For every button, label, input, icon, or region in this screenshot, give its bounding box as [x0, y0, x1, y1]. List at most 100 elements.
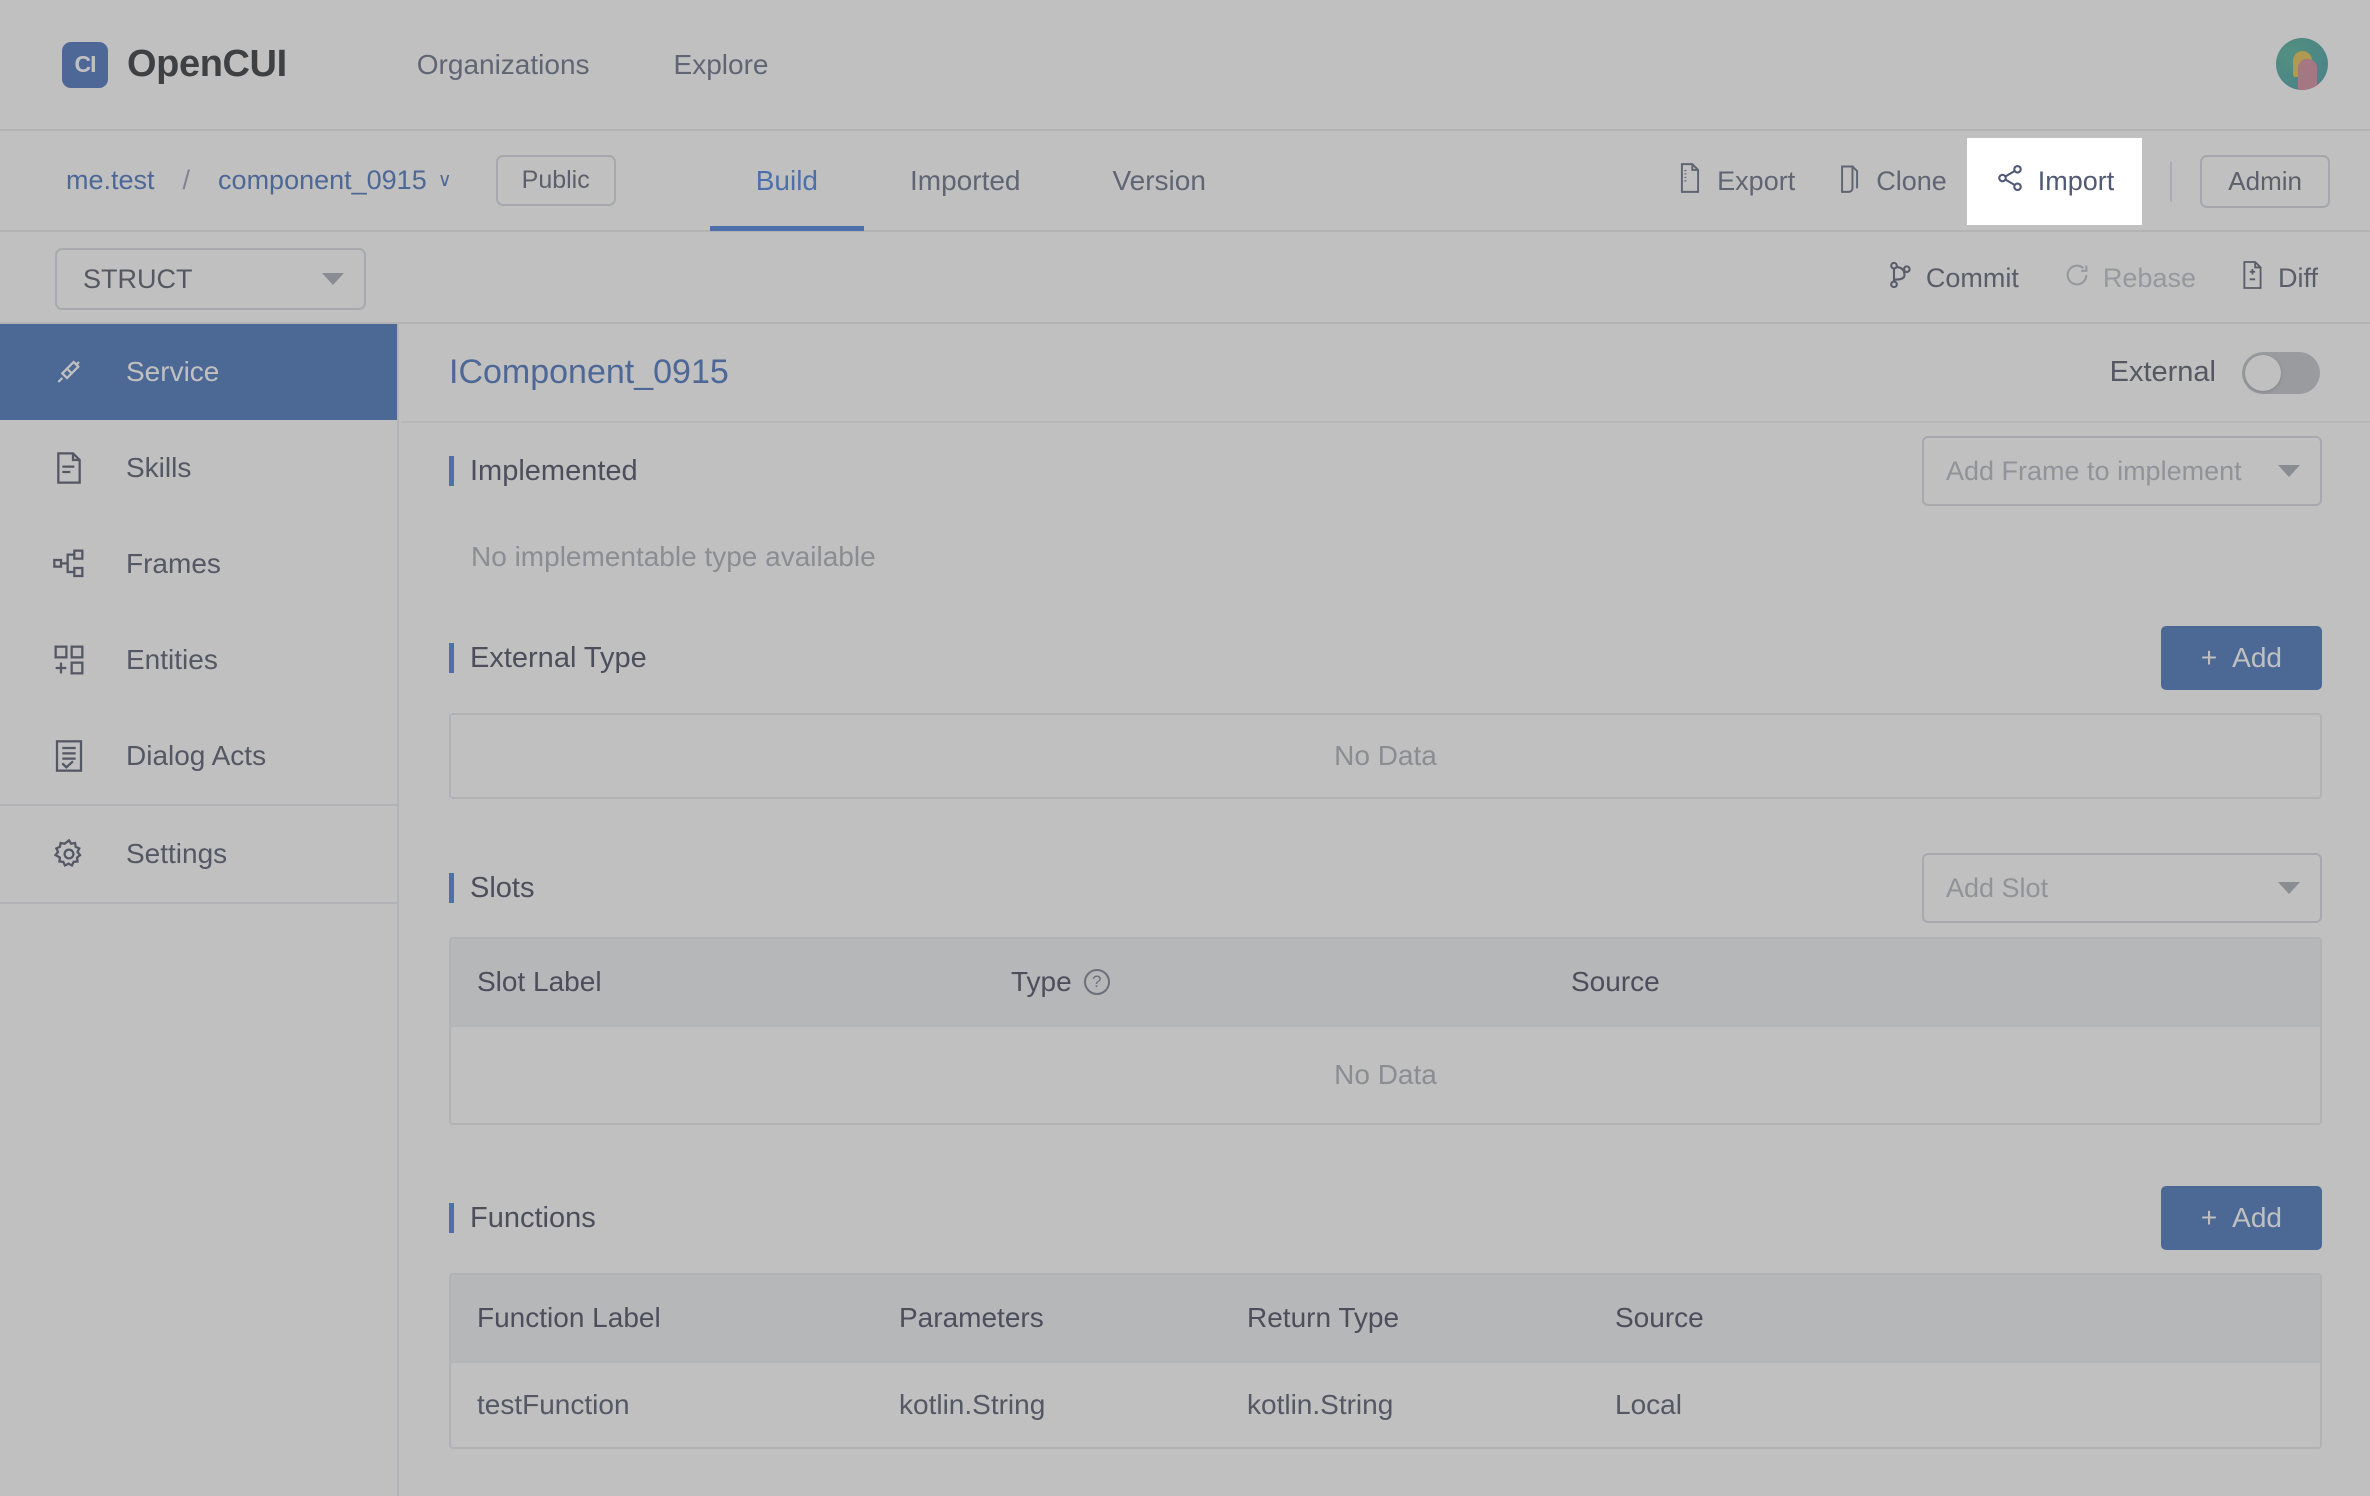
slots-col-source: Source — [1571, 966, 1660, 997]
functions-header: Functions + Add — [449, 1177, 2322, 1259]
brand[interactable]: CI OpenCUI — [62, 41, 287, 88]
slots-table-header: Slot Label Type ? Source — [451, 939, 2320, 1025]
functions-add-label: Add — [2232, 1202, 2282, 1233]
implemented-title: Implemented — [449, 455, 638, 488]
function-label-cell: testFunction — [477, 1389, 630, 1420]
function-parameters-cell: kotlin.String — [899, 1389, 1046, 1420]
blocks-icon — [49, 644, 89, 676]
sidebar-item-skills[interactable]: Skills — [0, 420, 397, 516]
sidebar-item-service-label: Service — [126, 356, 220, 387]
document-icon — [49, 452, 89, 484]
top-nav-links: Organizations Explore — [417, 49, 769, 81]
struct-toolbar: STRUCT Commit Rebase Diff — [0, 232, 2370, 324]
table-row[interactable]: testFunction kotlin.String kotlin.String… — [451, 1361, 2320, 1447]
page-root: CI OpenCUI Organizations Explore me.test… — [0, 0, 2370, 1496]
sidebar-item-dialog-acts[interactable]: Dialog Acts — [0, 708, 397, 804]
tab-version-label: Version — [1112, 164, 1206, 196]
add-frame-to-implement-select[interactable]: Add Frame to implement — [1922, 436, 2322, 506]
rebase-button[interactable]: Rebase — [2063, 261, 2196, 296]
main-content: IComponent_0915 External Implemented Add… — [401, 324, 2370, 1496]
sidebar-item-frames[interactable]: Frames — [0, 516, 397, 612]
refresh-icon — [2063, 261, 2091, 296]
commit-label: Commit — [1925, 262, 2019, 293]
slots-header: Slots Add Slot — [449, 843, 2322, 933]
add-slot-select[interactable]: Add Slot — [1922, 853, 2322, 923]
add-slot-placeholder: Add Slot — [1946, 872, 2049, 903]
external-toggle[interactable] — [2242, 351, 2320, 394]
sidebar-item-entities-label: Entities — [126, 644, 218, 675]
chevron-down-icon[interactable]: ∨ — [438, 169, 452, 192]
clone-label: Clone — [1876, 166, 1947, 196]
gear-icon — [49, 838, 89, 870]
external-toggle-group: External — [2110, 351, 2320, 394]
project-toolbar: me.test / component_0915 ∨ Public Build … — [0, 131, 2370, 232]
toggle-knob — [2245, 354, 2281, 391]
section-implemented: Implemented Add Frame to implement No im… — [401, 423, 2370, 587]
brand-name: OpenCUI — [127, 43, 287, 85]
sidebar-item-service[interactable]: Service — [0, 324, 397, 420]
external-type-add-label: Add — [2232, 642, 2282, 673]
share-nodes-icon — [1995, 163, 2025, 200]
list-doc-icon — [49, 740, 89, 772]
visibility-badge: Public — [495, 155, 616, 206]
tab-build-label: Build — [755, 164, 818, 196]
section-slots: Slots Add Slot Slot Label Type ? Source … — [401, 843, 2370, 1125]
breadcrumb-project[interactable]: component_0915 — [218, 165, 427, 196]
functions-table-header: Function Label Parameters Return Type So… — [451, 1275, 2320, 1361]
slots-table-empty: No Data — [451, 1025, 2320, 1123]
functions-title: Functions — [449, 1202, 596, 1235]
file-export-icon — [1676, 163, 1704, 200]
section-external-type: External Type + Add No Data — [401, 617, 2370, 799]
vcs-actions: Commit Rebase Diff — [1888, 232, 2318, 324]
page-title: IComponent_0915 — [449, 353, 729, 391]
sidebar-item-entities[interactable]: Entities — [0, 612, 397, 708]
breadcrumb: me.test / component_0915 ∨ Public — [66, 155, 616, 206]
external-type-empty: No Data — [449, 713, 2322, 799]
nav-link-explore[interactable]: Explore — [674, 49, 769, 81]
sitemap-icon — [49, 549, 89, 579]
breadcrumb-org[interactable]: me.test — [66, 165, 155, 196]
sidebar-item-skills-label: Skills — [126, 452, 192, 483]
copy-icon — [1835, 163, 1863, 200]
tab-imported[interactable]: Imported — [864, 130, 1067, 231]
tab-build[interactable]: Build — [709, 130, 865, 231]
slots-title: Slots — [449, 872, 534, 905]
chevron-down-icon — [2278, 882, 2300, 894]
implemented-header: Implemented Add Frame to implement — [449, 423, 2322, 519]
external-type-header: External Type + Add — [449, 617, 2322, 699]
diff-file-icon — [2240, 260, 2266, 297]
slots-col-type-label: Type — [1011, 966, 1072, 997]
diff-label: Diff — [2277, 262, 2318, 293]
export-button[interactable]: Export — [1656, 149, 1815, 214]
project-tabs: Build Imported Version — [709, 130, 1252, 231]
nav-link-organizations[interactable]: Organizations — [417, 49, 590, 81]
diff-button[interactable]: Diff — [2240, 260, 2318, 297]
sidebar: Service Skills Frames Entities Dialog Ac… — [0, 324, 399, 1496]
clone-button[interactable]: Clone — [1815, 149, 1967, 214]
import-button[interactable]: Import — [1966, 138, 2143, 225]
sidebar-item-settings[interactable]: Settings — [0, 806, 397, 902]
functions-col-parameters: Parameters — [899, 1302, 1044, 1333]
sidebar-item-settings-label: Settings — [126, 838, 228, 869]
sidebar-item-frames-label: Frames — [126, 548, 221, 579]
chevron-down-icon — [2278, 465, 2300, 477]
content-header: IComponent_0915 External — [401, 324, 2370, 423]
avatar[interactable] — [2276, 38, 2328, 90]
external-type-title: External Type — [449, 642, 647, 675]
plug-icon — [49, 356, 89, 388]
help-icon[interactable]: ? — [1083, 969, 1110, 995]
struct-type-value: STRUCT — [83, 263, 193, 294]
struct-type-select[interactable]: STRUCT — [55, 248, 366, 310]
add-frame-placeholder: Add Frame to implement — [1946, 455, 2242, 486]
functions-table: Function Label Parameters Return Type So… — [449, 1273, 2322, 1449]
top-navbar: CI OpenCUI Organizations Explore — [0, 0, 2370, 131]
rebase-label: Rebase — [2102, 262, 2196, 293]
tab-version[interactable]: Version — [1067, 130, 1252, 231]
external-type-add-button[interactable]: + Add — [2160, 626, 2322, 690]
functions-add-button[interactable]: + Add — [2160, 1186, 2322, 1250]
toolbar-divider — [2170, 161, 2173, 202]
commit-button[interactable]: Commit — [1888, 261, 2019, 296]
slots-table: Slot Label Type ? Source No Data — [449, 937, 2322, 1125]
admin-button[interactable]: Admin — [2200, 155, 2330, 208]
toolbar-actions: Export Clone Import Admin — [1656, 131, 2330, 232]
